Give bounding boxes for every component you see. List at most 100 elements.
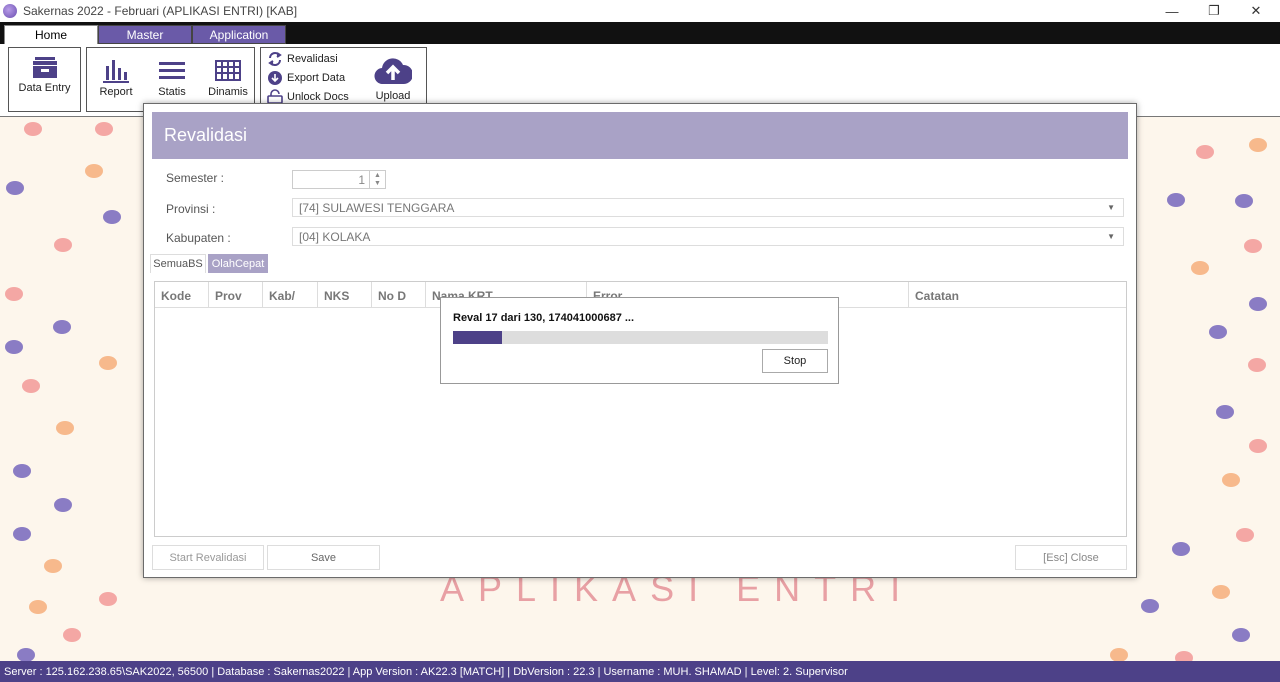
status-bar: Server : 125.162.238.65\SAK2022, 56500 |… — [0, 661, 1280, 682]
progress-popup: Reval 17 dari 130, 174041000687 ... Stop — [440, 297, 839, 384]
decor-dot — [1191, 261, 1209, 275]
tab-semuabs[interactable]: SemuaBS — [150, 254, 206, 273]
progress-bar — [453, 331, 828, 344]
decor-dot — [44, 559, 62, 573]
close-button[interactable]: [Esc] Close — [1015, 545, 1127, 570]
restore-button[interactable]: ❐ — [1194, 0, 1234, 22]
decor-dot — [95, 122, 113, 136]
decor-dot — [5, 287, 23, 301]
column-header[interactable]: No D — [372, 282, 426, 308]
decor-dot — [63, 628, 81, 642]
export-data-label: Export Data — [287, 72, 346, 84]
decor-dot — [1249, 439, 1267, 453]
chevron-down-icon: ▼ — [1107, 203, 1115, 212]
bar-chart-icon — [102, 56, 130, 86]
list-lines-icon — [158, 56, 186, 86]
minimize-button[interactable]: — — [1152, 0, 1192, 22]
stop-button[interactable]: Stop — [762, 349, 828, 373]
decor-dot — [54, 498, 72, 512]
data-entry-button[interactable]: Data Entry — [9, 52, 80, 94]
decor-dot — [1248, 358, 1266, 372]
tab-application[interactable]: Application — [192, 25, 286, 44]
cloud-upload-icon — [374, 52, 412, 90]
dinamis-button[interactable]: Dinamis — [203, 56, 253, 98]
column-header[interactable]: Catatan — [909, 282, 1126, 308]
status-text: Server : 125.162.238.65\SAK2022, 56500 |… — [4, 665, 848, 678]
decor-dot — [1196, 145, 1214, 159]
cloud-download-icon — [267, 70, 283, 86]
provinsi-value: [74] SULAWESI TENGGARA — [299, 201, 455, 215]
unlock-docs-label: Unlock Docs — [287, 91, 349, 103]
column-header[interactable]: Kab/ — [263, 282, 318, 308]
decor-dot — [99, 356, 117, 370]
decor-dot — [1244, 239, 1262, 253]
tab-home[interactable]: Home — [4, 25, 98, 44]
close-window-button[interactable]: ✕ — [1236, 0, 1276, 22]
progress-bar-fill — [453, 331, 502, 344]
upload-button[interactable]: Upload — [365, 52, 421, 102]
decor-dot — [1172, 542, 1190, 556]
kabupaten-value: [04] KOLAKA — [299, 230, 371, 244]
chevron-down-icon: ▼ — [1107, 232, 1115, 241]
decor-dot — [22, 379, 40, 393]
column-header[interactable]: Prov — [209, 282, 263, 308]
decor-dot — [1216, 405, 1234, 419]
refresh-arrows-icon — [267, 51, 283, 67]
provinsi-label: Provinsi : — [166, 202, 216, 216]
statis-label: Statis — [158, 86, 186, 98]
revalidasi-button[interactable]: Revalidasi — [267, 50, 338, 68]
decor-dot — [29, 600, 47, 614]
decor-dot — [1110, 648, 1128, 662]
tab-olahcepat[interactable]: OlahCepat — [208, 254, 268, 273]
decor-dot — [103, 210, 121, 224]
decor-dot — [6, 181, 24, 195]
data-entry-label: Data Entry — [18, 82, 71, 94]
decor-dot — [54, 238, 72, 252]
decor-dot — [1235, 194, 1253, 208]
provinsi-select[interactable]: [74] SULAWESI TENGGARA ▼ — [292, 198, 1124, 217]
decor-dot — [24, 122, 42, 136]
app-logo-icon — [3, 4, 17, 18]
kabupaten-label: Kabupaten : — [166, 231, 231, 245]
decor-dot — [13, 527, 31, 541]
ribbon-tab-bar: Home Master Application — [0, 22, 1280, 44]
decor-dot — [1232, 628, 1250, 642]
decor-dot — [1209, 325, 1227, 339]
decor-dot — [1212, 585, 1230, 599]
ribbon-group-entry: Data Entry — [8, 47, 81, 112]
decor-dot — [99, 592, 117, 606]
decor-dot — [5, 340, 23, 354]
decor-dot — [13, 464, 31, 478]
decor-dot — [1167, 193, 1185, 207]
column-header[interactable]: Kode — [155, 282, 209, 308]
decor-dot — [56, 421, 74, 435]
report-button[interactable]: Report — [93, 56, 139, 98]
title-bar: Sakernas 2022 - Februari (APLIKASI ENTRI… — [0, 0, 1280, 22]
tab-master[interactable]: Master — [98, 25, 192, 44]
column-header[interactable]: NKS — [318, 282, 372, 308]
revalidasi-label: Revalidasi — [287, 53, 338, 65]
inbox-tray-icon — [30, 52, 60, 82]
start-revalidasi-button[interactable]: Start Revalidasi — [152, 545, 264, 570]
semester-value: 1 — [358, 173, 365, 187]
decor-dot — [1222, 473, 1240, 487]
export-data-button[interactable]: Export Data — [267, 69, 345, 87]
decor-dot — [53, 320, 71, 334]
table-grid-icon — [214, 56, 242, 86]
progress-message: Reval 17 dari 130, 174041000687 ... — [453, 312, 635, 324]
window-title: Sakernas 2022 - Februari (APLIKASI ENTRI… — [23, 4, 298, 18]
spinner-arrows-icon[interactable]: ▲ ▼ — [369, 171, 385, 188]
decor-dot — [85, 164, 103, 178]
semester-spinner[interactable]: 1 ▲ ▼ — [292, 170, 386, 189]
save-button[interactable]: Save — [267, 545, 380, 570]
decor-dot — [17, 648, 35, 662]
statis-button[interactable]: Statis — [149, 56, 195, 98]
decor-dot — [1249, 138, 1267, 152]
kabupaten-select[interactable]: [04] KOLAKA ▼ — [292, 227, 1124, 246]
semester-label: Semester : — [166, 171, 225, 185]
dinamis-label: Dinamis — [208, 86, 248, 98]
decor-dot — [1141, 599, 1159, 613]
decor-dot — [1236, 528, 1254, 542]
dialog-title: Revalidasi — [152, 112, 1128, 159]
decor-dot — [1249, 297, 1267, 311]
